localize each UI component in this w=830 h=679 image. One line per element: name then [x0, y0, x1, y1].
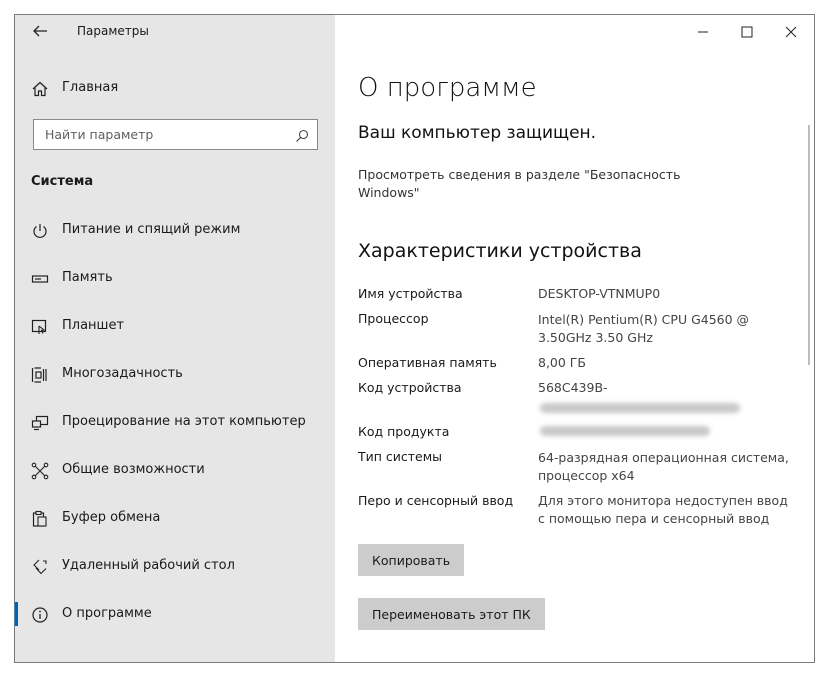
spec-label: Тип системы	[358, 449, 443, 464]
page-title: О программе	[358, 73, 537, 103]
sidebar: Параметры Главная Найти параметр Система…	[15, 15, 335, 662]
spec-label: Код продукта	[358, 424, 450, 439]
sidebar-item-shared[interactable]: Общие возможности	[15, 451, 335, 491]
sidebar-item-multitasking[interactable]: Многозадачность	[15, 355, 335, 395]
spec-label: Процессор	[358, 311, 429, 326]
spec-value: Intel(R) Pentium(R) CPU G4560 @ 3.50GHz …	[538, 312, 750, 345]
spec-label: Код устройства	[358, 380, 462, 395]
window-title: Параметры	[77, 24, 149, 38]
multitasking-icon	[31, 366, 49, 384]
spec-value: 568C439B-	[538, 380, 608, 395]
search-placeholder: Найти параметр	[45, 127, 154, 142]
sidebar-item-label: О программе	[62, 606, 152, 621]
sidebar-item-storage[interactable]: Память	[15, 259, 335, 299]
spec-label: Оперативная память	[358, 355, 497, 370]
search-icon[interactable]	[295, 128, 309, 142]
remote-desktop-icon	[31, 558, 49, 576]
specs-title: Характеристики устройства	[358, 240, 642, 262]
settings-window: Параметры Главная Найти параметр Система…	[14, 14, 815, 663]
rename-pc-button[interactable]: Переименовать этот ПК	[358, 598, 545, 630]
spec-value: DESKTOP-VTNMUP0	[538, 286, 661, 301]
sidebar-item-label: Память	[62, 270, 113, 285]
sidebar-item-label: Многозадачность	[62, 366, 183, 381]
sidebar-item-label: Главная	[62, 80, 119, 95]
sidebar-item-home[interactable]: Главная	[15, 69, 335, 109]
spec-label: Перо и сенсорный ввод	[358, 493, 514, 508]
info-icon	[31, 606, 49, 624]
sidebar-item-label: Планшет	[62, 318, 125, 333]
spec-value: 64-разрядная операционная система, проце…	[538, 450, 789, 483]
scrollbar[interactable]	[808, 125, 810, 365]
spec-value: 8,00 ГБ	[538, 355, 587, 370]
home-icon	[31, 80, 49, 98]
section-title: Система	[31, 174, 94, 189]
sidebar-item-tablet[interactable]: Планшет	[15, 307, 335, 347]
sidebar-item-about[interactable]: О программе	[15, 595, 335, 635]
sidebar-item-clipboard[interactable]: Буфер обмена	[15, 499, 335, 539]
storage-icon	[31, 270, 49, 288]
security-link[interactable]: Просмотреть сведения в разделе "Безопасн…	[358, 166, 688, 202]
sidebar-item-label: Общие возможности	[62, 462, 205, 477]
projecting-icon	[31, 414, 49, 432]
power-icon	[31, 222, 49, 240]
main-panel: О программе Ваш компьютер защищен. Просм…	[335, 15, 814, 662]
clipboard-icon	[31, 510, 49, 528]
sidebar-item-label: Проецирование на этот компьютер	[62, 414, 306, 429]
back-arrow-icon[interactable]	[29, 20, 51, 42]
search-input[interactable]: Найти параметр	[33, 119, 318, 150]
maximize-icon[interactable]	[734, 19, 760, 45]
sidebar-item-label: Буфер обмена	[62, 510, 161, 525]
tablet-icon	[31, 318, 49, 336]
minimize-icon[interactable]	[690, 19, 716, 45]
sidebar-item-projecting[interactable]: Проецирование на этот компьютер	[15, 403, 335, 443]
sidebar-item-label: Удаленный рабочий стол	[62, 558, 235, 573]
spec-value: Для этого монитора недоступен ввод с пом…	[538, 493, 788, 526]
redacted-product-id	[540, 426, 710, 436]
copy-button[interactable]: Копировать	[358, 544, 465, 576]
spec-label: Имя устройства	[358, 286, 463, 301]
sidebar-item-label: Питание и спящий режим	[62, 222, 241, 237]
sidebar-item-remote-desktop[interactable]: Удаленный рабочий стол	[15, 547, 335, 587]
close-icon[interactable]	[778, 19, 804, 45]
protection-heading: Ваш компьютер защищен.	[358, 123, 597, 143]
shared-experiences-icon	[31, 462, 49, 480]
redacted-device-id	[540, 403, 740, 413]
sidebar-item-power[interactable]: Питание и спящий режим	[15, 211, 335, 251]
